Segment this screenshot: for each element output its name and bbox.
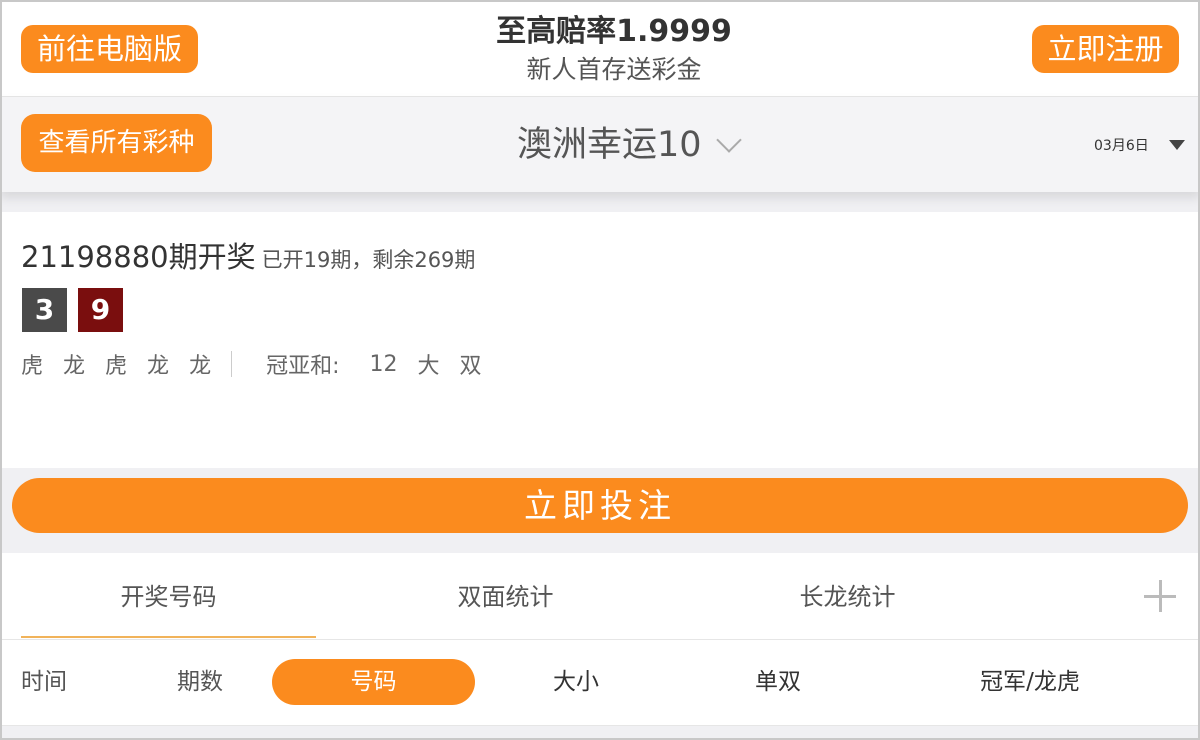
sum-size: 大: [417, 354, 440, 379]
lottery-selector-bar: 查看所有彩种 澳洲幸运10 03月6日: [0, 97, 1200, 192]
result-stats: 虎 龙 虎 龙 龙 冠亚和: 12 大 双: [21, 348, 502, 380]
sum-label: 冠亚和:: [266, 354, 340, 379]
result-ball: 3: [22, 288, 67, 332]
register-button[interactable]: 立即注册: [1032, 25, 1179, 73]
dragon-tiger-3: 虎: [105, 354, 128, 379]
dragon-tiger-1: 虎: [21, 354, 44, 379]
plus-icon[interactable]: [1144, 580, 1176, 612]
result-ball: 9: [78, 288, 123, 332]
lottery-name-label: 澳洲幸运10: [517, 125, 702, 165]
column-number[interactable]: 号码: [272, 659, 475, 705]
date-label: 03月6日: [1094, 138, 1149, 154]
divider: [231, 351, 233, 377]
chevron-down-icon: [715, 127, 742, 153]
dragon-tiger-2: 龙: [63, 354, 86, 379]
promo-subtitle: 新人首存送彩金: [526, 55, 702, 84]
all-lotteries-button[interactable]: 查看所有彩种: [21, 114, 212, 172]
sum-value: 12: [369, 351, 398, 377]
column-filters: 时间 期数 号码 大小 单双 冠军/龙虎: [0, 640, 1200, 726]
lottery-dropdown[interactable]: 澳洲幸运10: [517, 122, 742, 168]
tab-streak-stats[interactable]: 长龙统计: [700, 553, 995, 638]
place-bet-button[interactable]: 立即投注: [12, 478, 1188, 533]
go-to-pc-button[interactable]: 前往电脑版: [21, 25, 198, 73]
caret-down-icon: [1168, 140, 1185, 150]
sum-parity: 双: [459, 354, 482, 379]
column-issue[interactable]: 期数: [170, 659, 230, 705]
column-size[interactable]: 大小: [540, 659, 612, 705]
column-champion-dragon-tiger[interactable]: 冠军/龙虎: [960, 659, 1100, 705]
stats-tabs: 开奖号码 双面统计 长龙统计: [0, 553, 1200, 640]
tab-two-sided-stats[interactable]: 双面统计: [358, 553, 653, 638]
dragon-tiger-5: 龙: [189, 354, 212, 379]
column-time[interactable]: 时间: [21, 659, 71, 705]
promo-title: 至高赔率1.9999: [496, 14, 732, 49]
issue-line: 21198880期开奖 已开19期，剩余269期: [21, 234, 475, 276]
issue-number: 21198880期开奖: [21, 240, 256, 274]
date-dropdown[interactable]: 03月6日: [1094, 135, 1185, 155]
result-balls: 3 9: [22, 288, 134, 332]
dragon-tiger-4: 龙: [147, 354, 170, 379]
draw-progress: 已开19期，剩余269期: [261, 248, 476, 272]
top-header: 前往电脑版 至高赔率1.9999 新人首存送彩金 立即注册: [0, 0, 1200, 97]
tab-draw-numbers[interactable]: 开奖号码: [21, 553, 316, 638]
column-parity[interactable]: 单双: [742, 659, 814, 705]
draw-result-card: 21198880期开奖 已开19期，剩余269期 3 9 虎 龙 虎 龙 龙 冠…: [0, 212, 1200, 468]
